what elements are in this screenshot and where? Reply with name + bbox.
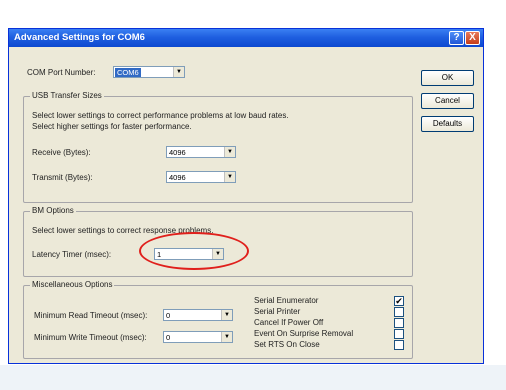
chevron-down-icon: ▼	[224, 147, 235, 157]
min-read-timeout-value: 0	[166, 311, 171, 320]
usb-transfer-sizes-group: USB Transfer Sizes Select lower settings…	[23, 91, 413, 203]
ok-button[interactable]: OK	[421, 70, 474, 86]
latency-timer-label: Latency Timer (msec):	[32, 250, 112, 259]
min-read-timeout-select[interactable]: 0 ▼	[163, 309, 233, 321]
chevron-down-icon: ▼	[224, 172, 235, 182]
min-write-timeout-select[interactable]: 0 ▼	[163, 331, 233, 343]
bm-options-group: BM Options Select lower settings to corr…	[23, 206, 413, 277]
serial-printer-checkbox[interactable]	[394, 307, 404, 317]
transmit-label: Transmit (Bytes):	[32, 173, 93, 182]
cancel-if-power-off-checkbox[interactable]	[394, 318, 404, 328]
serial-enumerator-checkbox[interactable]: ✔	[394, 296, 404, 306]
min-read-timeout-label: Minimum Read Timeout (msec):	[34, 311, 148, 320]
event-on-surprise-removal-checkbox[interactable]	[394, 329, 404, 339]
advanced-settings-dialog: Advanced Settings for COM6 ? X COM Port …	[8, 28, 484, 364]
receive-select[interactable]: 4096 ▼	[166, 146, 236, 158]
chevron-down-icon: ▼	[221, 332, 232, 342]
com-port-label: COM Port Number:	[27, 68, 96, 77]
bm-group-title: BM Options	[30, 206, 76, 215]
usb-description-line-2: Select higher settings for faster perfor…	[32, 122, 192, 131]
cancel-if-power-off-label: Cancel If Power Off	[254, 318, 324, 327]
chevron-down-icon: ▼	[173, 67, 184, 77]
com-port-select[interactable]: COM6 ▼	[113, 66, 185, 78]
transmit-value: 4096	[169, 173, 186, 182]
min-write-timeout-value: 0	[166, 333, 171, 342]
window-title: Advanced Settings for COM6	[14, 32, 145, 43]
min-write-timeout-label: Minimum Write Timeout (msec):	[34, 333, 147, 342]
serial-printer-label: Serial Printer	[254, 307, 301, 316]
bm-description: Select lower settings to correct respons…	[32, 226, 214, 235]
receive-label: Receive (Bytes):	[32, 148, 91, 157]
serial-enumerator-label: Serial Enumerator	[254, 296, 319, 305]
background-band	[0, 365, 506, 390]
usb-description-line-1: Select lower settings to correct perform…	[32, 111, 289, 120]
help-button[interactable]: ?	[449, 31, 464, 45]
close-button[interactable]: X	[465, 31, 480, 45]
transmit-select[interactable]: 4096 ▼	[166, 171, 236, 183]
latency-timer-select[interactable]: 1 ▼	[154, 248, 224, 260]
usb-group-title: USB Transfer Sizes	[30, 91, 104, 100]
title-bar[interactable]: Advanced Settings for COM6 ? X	[9, 29, 483, 47]
com-port-value: COM6	[115, 68, 141, 77]
dialog-body: COM Port Number: COM6 ▼ OK Cancel Defaul…	[9, 47, 483, 363]
set-rts-on-close-label: Set RTS On Close	[254, 340, 320, 349]
miscellaneous-options-group: Miscellaneous Options Minimum Read Timeo…	[23, 280, 413, 359]
misc-group-title: Miscellaneous Options	[30, 280, 115, 289]
receive-value: 4096	[169, 148, 186, 157]
latency-timer-value: 1	[157, 250, 162, 259]
chevron-down-icon: ▼	[212, 249, 223, 259]
defaults-button[interactable]: Defaults	[421, 116, 474, 132]
chevron-down-icon: ▼	[221, 310, 232, 320]
set-rts-on-close-checkbox[interactable]	[394, 340, 404, 350]
cancel-button[interactable]: Cancel	[421, 93, 474, 109]
event-on-surprise-removal-label: Event On Surprise Removal	[254, 329, 354, 338]
